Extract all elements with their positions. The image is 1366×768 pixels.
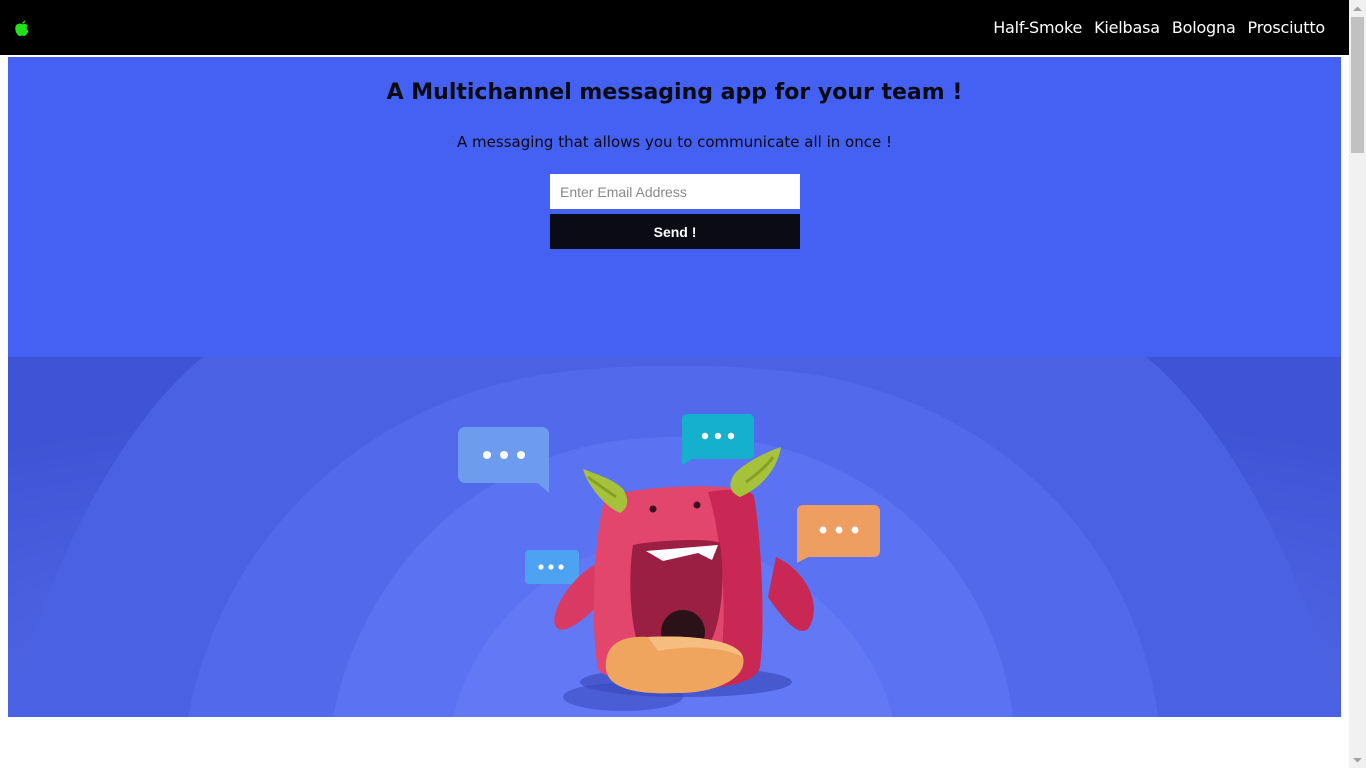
chat-bubble-orange-icon — [797, 505, 880, 563]
hero-subtitle: A messaging that allows you to communica… — [457, 133, 892, 151]
email-field[interactable] — [550, 174, 800, 209]
hero-section: A Multichannel messaging app for your te… — [8, 57, 1341, 357]
apple-icon[interactable] — [14, 19, 30, 37]
nav-link-half-smoke[interactable]: Half-Smoke — [993, 18, 1082, 37]
nav-links: Half-Smoke Kielbasa Bologna Prosciutto — [981, 0, 1325, 55]
scroll-up-arrow-icon[interactable] — [1349, 0, 1366, 17]
scrollbar-thumb[interactable] — [1351, 17, 1364, 153]
hero-illustration — [8, 357, 1341, 717]
nav-link-prosciutto[interactable]: Prosciutto — [1248, 18, 1326, 37]
scroll-down-arrow-icon[interactable] — [1349, 751, 1366, 768]
monster-mascot-image — [8, 357, 1341, 717]
vertical-scrollbar[interactable] — [1349, 0, 1366, 768]
nav-link-kielbasa[interactable]: Kielbasa — [1094, 18, 1160, 37]
top-navbar: Half-Smoke Kielbasa Bologna Prosciutto — [0, 0, 1349, 55]
chat-bubble-small-blue-icon — [525, 550, 579, 589]
send-button[interactable]: Send ! — [550, 214, 800, 249]
nav-link-bologna[interactable]: Bologna — [1172, 18, 1236, 37]
hero-title: A Multichannel messaging app for your te… — [386, 80, 963, 105]
chat-bubble-teal-icon — [682, 414, 754, 465]
